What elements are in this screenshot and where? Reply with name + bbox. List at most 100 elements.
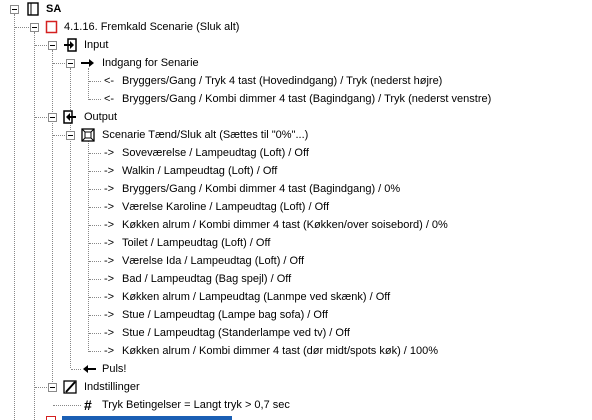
list-item-output[interactable]: -> Bad / Lampeudtag (Bag spejl) / Off [0,270,592,288]
tree-connector [89,153,101,154]
list-item-output[interactable]: -> Bryggers/Gang / Kombi dimmer 4 tast (B… [0,180,592,198]
collapse-toggle[interactable] [30,23,39,32]
tree-connector [15,27,29,28]
tree-connector [89,333,101,334]
tree-connector [53,135,65,136]
output-label: Værelse Karoline / Lampeudtag (Loft) / O… [122,201,330,213]
tree-connector [89,351,101,352]
tree-connector [89,297,101,298]
tree-connector [89,171,101,172]
tree-connector [89,189,101,190]
node-label: Input [84,39,109,51]
output-arrow-icon [63,110,76,124]
input-prefix: <- [104,75,115,87]
tree-node-root[interactable]: SA [0,0,592,18]
collapse-toggle[interactable] [48,41,57,50]
output-label: Køkken alrum / Kombi dimmer 4 tast (Køkk… [122,219,448,231]
output-label: Køkken alrum / Lampeudtag (Lanmpe ved sk… [122,291,391,303]
list-item-output[interactable]: -> Soveværelse / Lampeudtag (Loft) / Off [0,144,592,162]
tree-connector [89,207,101,208]
tree-connector [89,243,101,244]
arrow-left-icon [83,365,96,373]
collapse-toggle[interactable] [10,5,19,14]
input-prefix: <- [104,93,115,105]
tree-connector [35,387,47,388]
output-label: Walkin / Lampeudtag (Loft) / Off [122,165,278,177]
list-item-output[interactable]: -> Køkken alrum / Lampeudtag (Lanmpe ved … [0,288,592,306]
output-label: Toilet / Lampeudtag (Loft) / Off [122,237,271,249]
tree-connector [89,279,101,280]
node-label: Indgang for Senarie [102,57,199,69]
collapse-toggle[interactable] [66,59,75,68]
output-prefix: -> [104,345,115,357]
node-label: Indstillinger [84,381,140,393]
tree-node-indstillinger[interactable]: Indstillinger [0,378,592,396]
output-label: Køkken alrum / Kombi dimmer 4 tast (dør … [122,345,439,357]
output-label: Værelse Ida / Lampeudtag (Loft) / Off [122,255,305,267]
red-square-icon [45,20,58,34]
input-arrow-icon [64,38,77,52]
output-prefix: -> [104,165,115,177]
list-item-output[interactable]: -> Toilet / Lampeudtag (Loft) / Off [0,234,592,252]
selected-row-highlight[interactable] [62,416,232,420]
output-prefix: -> [104,327,115,339]
tree-node-setting[interactable]: # Tryk Betingelser = Langt tryk > 0,7 se… [0,396,592,414]
tree-node-scene-action[interactable]: Scenarie Tænd/Sluk alt (Sættes til "0%".… [0,126,592,144]
node-label: 4.1.16. Fremkald Scenarie (Sluk alt) [64,21,240,33]
output-prefix: -> [104,201,115,213]
tree-connector [89,99,101,100]
arrow-right-icon [81,59,94,67]
tree-node-puls[interactable]: Puls! [0,360,592,378]
tree-connector [53,63,65,64]
list-item-output[interactable]: -> Walkin / Lampeudtag (Loft) / Off [0,162,592,180]
list-item-output[interactable]: -> Køkken alrum / Kombi dimmer 4 tast (Kø… [0,216,592,234]
node-label: SA [46,3,62,15]
collapse-toggle[interactable] [48,383,57,392]
edit-icon [63,380,77,394]
list-item-output[interactable]: -> Værelse Ida / Lampeudtag (Loft) / Off [0,252,592,270]
input-label: Bryggers/Gang / Kombi dimmer 4 tast (Bag… [122,93,492,105]
tree-node-output[interactable]: Output [0,108,592,126]
list-item-input[interactable]: <- Bryggers/Gang / Kombi dimmer 4 tast (… [0,90,592,108]
output-label: Bad / Lampeudtag (Bag spejl) / Off [122,273,292,285]
tree-connector [53,405,81,406]
list-item-input[interactable]: <- Bryggers/Gang / Tryk 4 tast (Hovedind… [0,72,592,90]
tree-connector [89,225,101,226]
tree-node-indgang[interactable]: Indgang for Senarie [0,54,592,72]
tree-connector [89,81,101,82]
tree-node-scenario[interactable]: 4.1.16. Fremkald Scenarie (Sluk alt) [0,18,592,36]
tree-connector [35,45,47,46]
output-prefix: -> [104,273,115,285]
node-label: Puls! [102,363,127,375]
collapse-toggle[interactable] [48,113,57,122]
list-item-output[interactable]: -> Køkken alrum / Kombi dimmer 4 tast (dø… [0,342,592,360]
tree-connector [71,369,81,370]
output-label: Bryggers/Gang / Kombi dimmer 4 tast (Bag… [122,183,401,195]
document-icon [27,2,39,16]
output-prefix: -> [104,183,115,195]
output-label: Stue / Lampeudtag (Lampe bag sofa) / Off [122,309,328,321]
tree-connector [89,261,101,262]
collapse-toggle[interactable] [66,131,75,140]
red-square-icon [46,416,56,420]
output-prefix: -> [104,309,115,321]
output-prefix: -> [104,219,115,231]
output-prefix: -> [104,147,115,159]
node-label: Scenarie Tænd/Sluk alt (Sættes til "0%".… [102,129,309,141]
node-label: Tryk Betingelser = Langt tryk > 0,7 sec [102,399,290,411]
list-item-output[interactable]: -> Stue / Lampeudtag (Lampe bag sofa) / O… [0,306,592,324]
input-label: Bryggers/Gang / Tryk 4 tast (Hovedindgan… [122,75,443,87]
tree-node-input[interactable]: Input [0,36,592,54]
tree-connector [35,117,47,118]
output-prefix: -> [104,291,115,303]
tree-connector [89,315,101,316]
output-prefix: -> [104,237,115,249]
node-label: Output [84,111,118,123]
output-label: Soveværelse / Lampeudtag (Loft) / Off [122,147,309,159]
list-item-output[interactable]: -> Værelse Karoline / Lampeudtag (Loft) /… [0,198,592,216]
list-item-output[interactable]: -> Stue / Lampeudtag (Standerlampe ved tv… [0,324,592,342]
output-prefix: -> [104,255,115,267]
output-label: Stue / Lampeudtag (Standerlampe ved tv) … [122,327,350,339]
scene-icon [81,128,95,142]
hash-icon: # [84,397,92,413]
